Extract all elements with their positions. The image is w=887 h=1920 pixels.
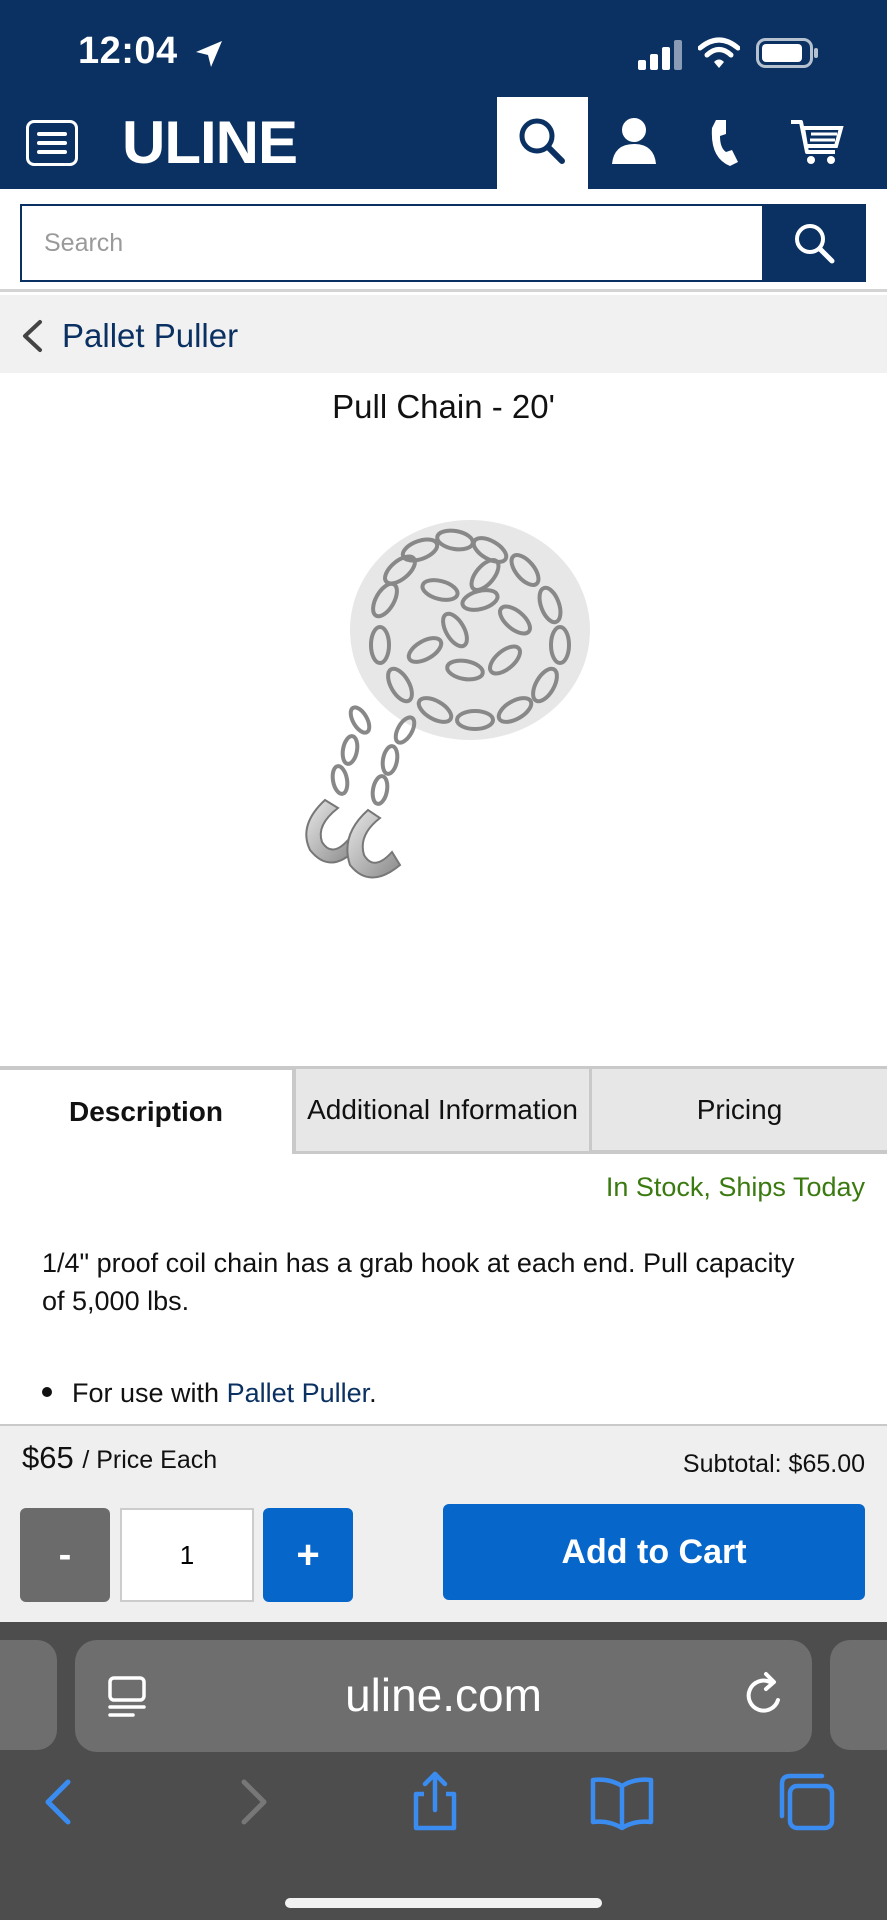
cart-icon[interactable]	[787, 112, 847, 172]
product-tabs: Description Additional Information Prici…	[0, 1066, 887, 1154]
address-bar[interactable]: uline.com	[75, 1640, 812, 1752]
bullet-dot	[42, 1386, 52, 1397]
tabs-icon[interactable]	[772, 1770, 842, 1834]
top-header: 12:04 ULINE	[0, 0, 887, 189]
status-time: 12:04	[78, 30, 178, 72]
breadcrumb[interactable]: Pallet Puller	[0, 295, 887, 373]
wifi-icon	[698, 37, 740, 68]
stock-status: In Stock, Ships Today	[605, 1172, 865, 1202]
browser-toolbar: uline.com	[0, 1622, 887, 1920]
tab-pricing[interactable]: Pricing	[592, 1066, 887, 1154]
list-item: For use with Pallet Puller.	[42, 1378, 377, 1409]
tab-additional-information[interactable]: Additional Information	[292, 1066, 592, 1154]
forward-icon[interactable]	[218, 1770, 288, 1834]
price: $65 / Price Each	[22, 1440, 217, 1476]
quantity-increase-button[interactable]: +	[263, 1508, 353, 1602]
back-icon[interactable]	[24, 1770, 94, 1834]
chevron-left-icon	[23, 320, 42, 352]
battery-icon	[756, 38, 818, 68]
url-text[interactable]: uline.com	[75, 1668, 812, 1722]
product-title: Pull Chain - 20'	[332, 388, 555, 425]
quantity-input[interactable]	[120, 1508, 254, 1602]
reload-icon[interactable]	[740, 1670, 788, 1720]
quantity-decrease-button[interactable]: -	[20, 1508, 110, 1602]
subtotal: Subtotal: $65.00	[682, 1450, 865, 1478]
menu-button[interactable]	[26, 120, 78, 166]
pallet-puller-link[interactable]: Pallet Puller	[227, 1378, 370, 1408]
search-bar	[0, 189, 887, 292]
uline-logo[interactable]: ULINE	[122, 108, 298, 177]
bullet-suffix: .	[369, 1378, 377, 1408]
bookmarks-icon[interactable]	[587, 1770, 657, 1834]
breadcrumb-label[interactable]: Pallet Puller	[62, 317, 238, 355]
previous-tab-peek[interactable]	[0, 1640, 57, 1750]
price-unit: / Price Each	[82, 1446, 218, 1474]
menu-icon-bar	[37, 150, 67, 154]
account-icon[interactable]	[604, 112, 664, 172]
share-icon[interactable]	[400, 1770, 470, 1834]
search-submit-button[interactable]	[762, 204, 866, 282]
bullet-prefix: For use with	[72, 1378, 227, 1408]
chain-with-hooks-image	[305, 520, 590, 879]
tab-description[interactable]: Description	[0, 1066, 292, 1154]
search-input[interactable]	[20, 204, 762, 282]
product-description: 1/4" proof coil chain has a grab hook at…	[42, 1248, 795, 1316]
home-indicator	[285, 1898, 602, 1908]
search-icon[interactable]	[512, 112, 572, 172]
location-arrow-icon	[196, 41, 222, 67]
menu-icon	[37, 132, 67, 136]
phone-icon[interactable]	[696, 112, 756, 172]
price-value: $65	[22, 1440, 74, 1475]
next-tab-peek[interactable]	[830, 1640, 887, 1750]
cart-bar: $65 / Price Each Subtotal: $65.00 - + Ad…	[0, 1424, 887, 1622]
menu-icon-bar	[37, 141, 67, 145]
add-to-cart-button[interactable]: Add to Cart	[443, 1504, 865, 1600]
signal-icon	[638, 40, 682, 70]
search-icon	[795, 224, 835, 264]
